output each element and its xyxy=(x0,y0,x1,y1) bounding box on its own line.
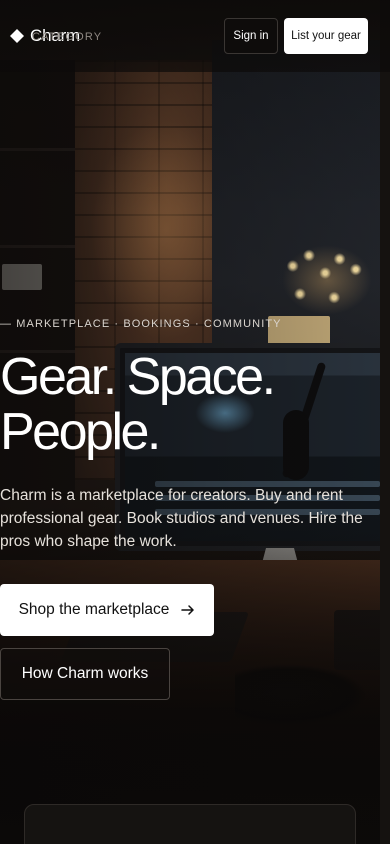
hero-description: Charm is a marketplace for creators. Buy… xyxy=(0,487,363,550)
shop-marketplace-button[interactable]: Shop the marketplace xyxy=(0,584,214,636)
sign-in-button[interactable]: Sign in xyxy=(224,18,278,54)
shop-marketplace-label: Shop the marketplace xyxy=(18,601,170,618)
headline-line-1: Gear. Space. xyxy=(0,348,276,406)
search-panel xyxy=(24,804,356,844)
hero-eyebrow: — MARKETPLACE · BOOKINGS · COMMUNITY xyxy=(0,318,282,330)
category-field-label: CATEGORY xyxy=(32,31,103,43)
list-your-gear-button[interactable]: List your gear xyxy=(284,18,368,54)
right-edge xyxy=(380,0,390,844)
headline-line-2: People. xyxy=(0,403,161,461)
diamond-icon xyxy=(10,29,24,43)
how-charm-works-button[interactable]: How Charm works xyxy=(0,648,170,700)
arrow-right-icon xyxy=(181,605,195,615)
hero-headline: Gear. Space. People. xyxy=(0,350,380,460)
